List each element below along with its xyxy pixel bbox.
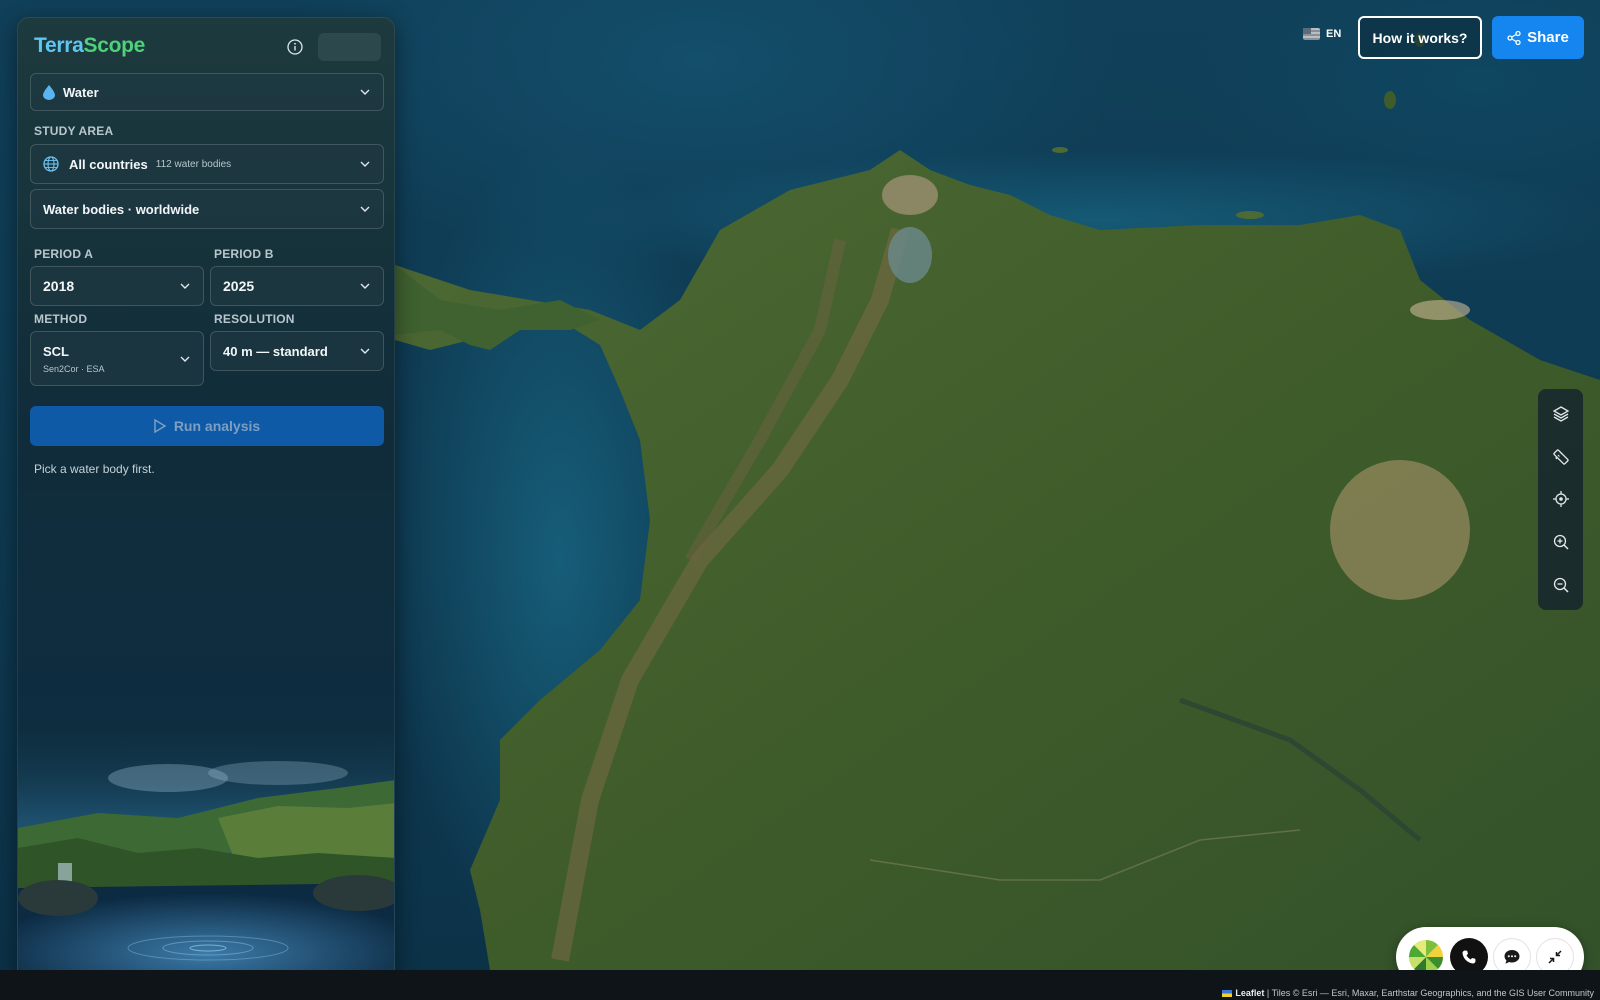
method-label: METHOD [34, 312, 88, 326]
resolution-label: RESOLUTION [214, 312, 295, 326]
attribution-text: Leaflet | Tiles © Esri — Esri, Maxar, Ea… [1222, 988, 1594, 998]
resolution-value: 40 m — standard [223, 343, 328, 359]
share-icon [1507, 30, 1521, 45]
run-analysis-label: Run analysis [173, 418, 261, 434]
country-select-label: All countries [69, 156, 148, 172]
study-area-label: STUDY AREA [34, 124, 114, 138]
map-toolbar [1538, 389, 1583, 610]
chevron-down-icon [360, 206, 370, 212]
tiles-credit: | Tiles © Esri — Esri, Maxar, Earthstar … [1266, 988, 1594, 998]
run-analysis-button[interactable]: Run analysis [30, 406, 384, 446]
water-body-select[interactable]: Water bodies · worldwide [30, 189, 384, 229]
theme-select-label: Water [63, 84, 99, 100]
water-body-count: 112 water bodies [155, 158, 232, 170]
locate-icon[interactable] [1543, 481, 1579, 517]
globe-icon [43, 156, 59, 172]
language-code: EN [1326, 28, 1342, 40]
us-flag-icon [1303, 28, 1320, 40]
brand-part-terra: Terra [34, 34, 84, 57]
account-button[interactable] [318, 33, 381, 61]
method-value: SCL [43, 343, 69, 359]
layers-icon[interactable] [1543, 396, 1579, 432]
share-label: Share [1527, 29, 1569, 46]
chevron-down-icon [180, 356, 190, 362]
leaflet-link[interactable]: Leaflet [1235, 988, 1264, 998]
info-icon[interactable] [284, 36, 306, 58]
method-subtitle: Sen2Cor · ESA [43, 363, 105, 374]
chevron-down-icon [360, 161, 370, 167]
language-switcher[interactable]: EN [1303, 28, 1341, 40]
period-b-select[interactable]: 2025 [210, 266, 384, 306]
water-drop-icon [43, 84, 55, 100]
brand-logo: TerraScope [34, 34, 145, 58]
resolution-select[interactable]: 40 m — standard [210, 331, 384, 371]
ruler-icon[interactable] [1543, 439, 1579, 475]
play-icon [154, 419, 166, 433]
method-select[interactable]: SCL Sen2Cor · ESA [30, 331, 204, 386]
water-body-select-label: Water bodies · worldwide [43, 201, 200, 217]
period-b-label: PERIOD B [214, 247, 274, 261]
chevron-down-icon [180, 283, 190, 289]
chevron-down-icon [360, 348, 370, 354]
how-it-works-button[interactable]: How it works? [1358, 16, 1482, 59]
hint-text: Pick a water body first. [34, 462, 155, 476]
theme-select[interactable]: Water [30, 73, 384, 111]
map-attribution-bar: Leaflet | Tiles © Esri — Esri, Maxar, Ea… [0, 970, 1600, 1000]
period-a-value: 2018 [43, 278, 75, 294]
zoom-in-icon[interactable] [1543, 524, 1579, 560]
chevron-down-icon [360, 89, 370, 95]
share-button[interactable]: Share [1492, 16, 1584, 59]
brand-part-scope: Scope [83, 34, 146, 57]
chevron-down-icon [360, 283, 370, 289]
period-a-label: PERIOD A [34, 247, 94, 261]
period-a-select[interactable]: 2018 [30, 266, 204, 306]
control-panel: TerraScope Water STUDY AREA All countrie… [17, 17, 395, 983]
period-b-value: 2025 [223, 278, 255, 294]
zoom-out-icon[interactable] [1543, 567, 1579, 603]
decorative-waterfall-image [18, 718, 394, 982]
ukraine-flag-icon [1222, 990, 1233, 998]
country-select[interactable]: All countries 112 water bodies [30, 144, 384, 184]
